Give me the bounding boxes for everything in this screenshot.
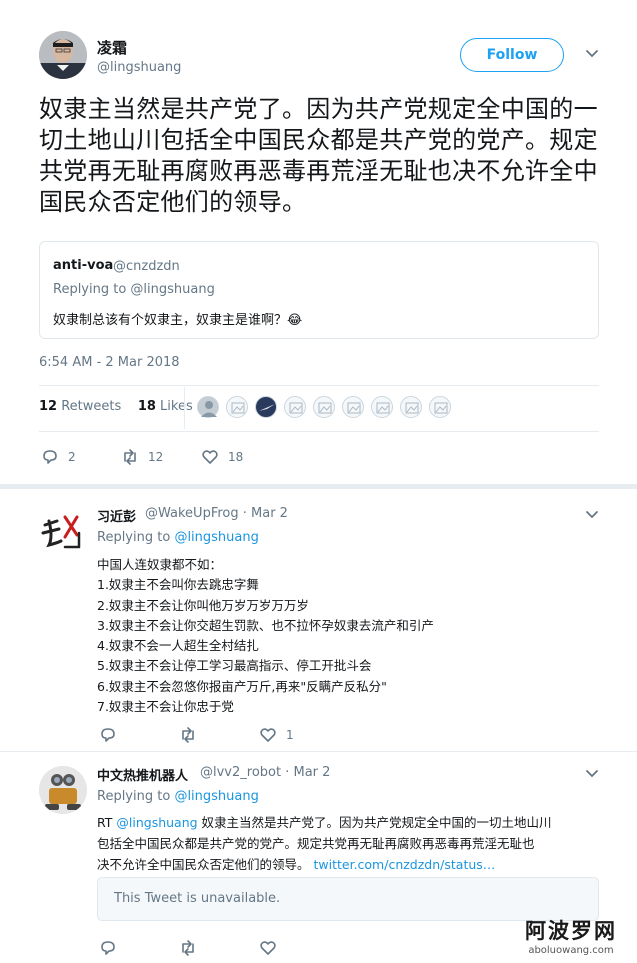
reply-button[interactable]	[99, 725, 126, 745]
watermark-url: aboluowang.com	[528, 945, 614, 956]
liker-avatar[interactable]	[255, 396, 277, 418]
retweet-icon	[182, 727, 194, 743]
replying-handle-link[interactable]: @lingshuang	[174, 530, 258, 545]
replying-label: Replying to	[97, 789, 175, 804]
reply-icon	[101, 941, 115, 955]
tweet-timestamp[interactable]: 6:54 AM - 2 Mar 2018	[39, 355, 180, 370]
reply-tweet[interactable]: 习近彭 @WakeUpFrog · Mar 2 Replying to @lin…	[0, 489, 637, 751]
chevron-down-icon[interactable]	[584, 507, 600, 523]
retweet-icon	[124, 449, 136, 465]
retweet-button[interactable]: 12	[121, 447, 163, 467]
quote-author-name: anti-voa	[53, 258, 114, 273]
reply-text: RT @lingshuang 奴隶主当然是共产党了。因为共产党规定全中国的一切土…	[97, 812, 552, 875]
reply-line: 7.奴隶主不会让你忠于党	[97, 699, 234, 715]
like-button[interactable]: 18	[201, 447, 243, 467]
chevron-down-icon[interactable]	[584, 766, 600, 782]
liker-avatar[interactable]	[429, 396, 451, 418]
liker-avatar[interactable]	[284, 396, 306, 418]
watermark: 阿波罗网 aboluowang.com	[510, 915, 632, 956]
liker-avatar[interactable]	[226, 396, 248, 418]
tweet-stats: 12 Retweets 18 Likes	[39, 399, 193, 414]
reply-author-handle-date[interactable]: @lvv2_robot · Mar 2	[200, 765, 330, 780]
reply-count: 2	[68, 450, 76, 464]
reply-author-name[interactable]: 中文热推机器人	[97, 765, 188, 784]
reply-button[interactable]	[99, 938, 126, 958]
liker-avatar[interactable]	[197, 396, 219, 418]
reply-line: RT @lingshuang 奴隶主当然是共产党了。因为共产党规定全中国的一切土…	[97, 815, 552, 830]
stats-separator	[184, 387, 185, 429]
follow-button[interactable]: Follow	[460, 38, 564, 72]
reply-author-name[interactable]: 习近彭	[97, 506, 136, 525]
retweet-count: 12	[148, 450, 164, 464]
heart-icon	[260, 941, 276, 955]
retweet-button[interactable]	[179, 725, 206, 745]
retweets-stat[interactable]: 12 Retweets	[39, 399, 121, 414]
retweet-button[interactable]	[179, 938, 206, 958]
reply-line: 1.奴隶主不会叫你去跳忠字舞	[97, 577, 259, 593]
reply-line: 中国人连奴隶都不如：	[97, 557, 223, 572]
liker-avatar[interactable]	[371, 396, 393, 418]
reply-line: 3.奴隶主不会让你交超生罚款、也不拉怀孕奴隶去流产和引产	[97, 617, 434, 633]
replying-handle-link[interactable]: @lingshuang	[174, 789, 258, 804]
tweet-text: 奴隶主当然是共产党了。因为共产党规定全中国的一切土地山川包括全中国民众都是共产党…	[39, 95, 598, 216]
like-count: 1	[286, 728, 294, 742]
quote-replying-to: Replying to @lingshuang	[53, 282, 215, 297]
reply-line: 决不允许全中国民众否定他们的领导。 twitter.com/cnzdzdn/st…	[97, 857, 496, 872]
reply-line: 2.奴隶主不会让你叫他万岁万岁万万岁	[97, 597, 309, 613]
like-count: 18	[228, 450, 244, 464]
reply-icon	[43, 450, 57, 464]
reply-line: 包括全中国民众都是共产党的党产。规定共党再无耻再腐败再恶毒再荒淫无耻也	[97, 836, 535, 851]
replying-label: Replying to	[97, 530, 175, 545]
like-button[interactable]	[259, 938, 286, 958]
reply-line: 5.奴隶主不会让停工学习最高指示、停工开批斗会	[97, 658, 372, 674]
like-button[interactable]: 1	[259, 725, 294, 745]
reply-actions: 1	[99, 725, 359, 745]
author-handle[interactable]: @lingshuang	[97, 60, 181, 75]
watermark-title: 阿波罗网	[525, 919, 617, 943]
reply-button[interactable]: 2	[41, 447, 76, 467]
heart-icon	[202, 450, 218, 464]
quote-text: 奴隶制总该有个奴隶主，奴隶主是谁啊？😂	[53, 313, 303, 328]
reply-line: 4.奴隶不会一人超生全村结扎	[97, 638, 259, 654]
rt-handle-link[interactable]: @lingshuang	[116, 815, 197, 830]
replying-to: Replying to @lingshuang	[97, 789, 259, 804]
main-tweet: 凌霜 @lingshuang Follow 奴隶主当然是共产党了。因为共产党规定…	[0, 0, 637, 484]
divider	[39, 431, 599, 432]
quoted-tweet[interactable]: anti-voa @cnzdzdn Replying to @lingshuan…	[39, 241, 599, 339]
reply-avatar[interactable]	[39, 507, 87, 555]
liker-avatar[interactable]	[400, 396, 422, 418]
liker-avatar[interactable]	[313, 396, 335, 418]
reply-icon	[101, 728, 115, 742]
reply-author-handle-date[interactable]: @WakeUpFrog · Mar 2	[145, 506, 288, 521]
tweet-actions: 2 12 18	[41, 447, 341, 467]
liker-avatar[interactable]	[342, 396, 364, 418]
heart-icon	[260, 728, 276, 742]
reply-avatar[interactable]	[39, 766, 87, 814]
divider	[39, 385, 599, 386]
reply-text: 中国人连奴隶都不如： 1.奴隶主不会叫你去跳忠字舞 2.奴隶主不会让你叫他万岁万…	[97, 555, 434, 717]
quote-author-handle: @cnzdzdn	[113, 259, 180, 274]
status-link[interactable]: twitter.com/cnzdzdn/status…	[313, 857, 495, 872]
replying-to: Replying to @lingshuang	[97, 530, 259, 545]
retweet-icon	[182, 940, 194, 956]
chevron-down-icon[interactable]	[584, 46, 600, 62]
reply-actions	[99, 938, 359, 958]
reply-line: 6.奴隶主不会忽悠你报亩产万斤,再来"反瞒产反私分"	[97, 678, 387, 694]
author-avatar[interactable]	[39, 31, 87, 79]
author-name[interactable]: 凌霜	[97, 37, 127, 58]
